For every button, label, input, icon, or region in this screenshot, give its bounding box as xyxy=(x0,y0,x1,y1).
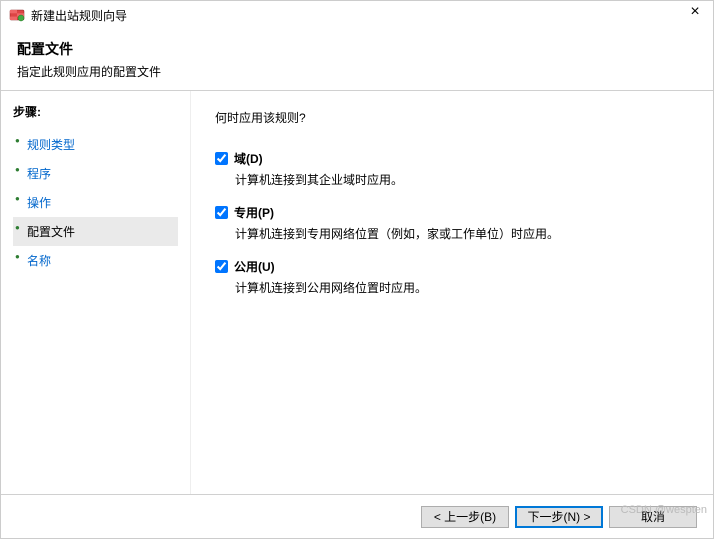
checkbox-public-desc: 计算机连接到公用网络位置时应用。 xyxy=(235,279,689,296)
checkbox-row-domain: 域(D) xyxy=(215,150,689,167)
checkbox-row-private: 专用(P) xyxy=(215,204,689,221)
step-program[interactable]: 程序 xyxy=(13,159,178,188)
step-name[interactable]: 名称 xyxy=(13,246,178,275)
checkbox-public[interactable] xyxy=(215,260,228,273)
checkbox-private-desc: 计算机连接到专用网络位置（例如，家或工作单位）时应用。 xyxy=(235,225,689,242)
checkbox-domain[interactable] xyxy=(215,152,228,165)
step-profile[interactable]: 配置文件 xyxy=(13,217,178,246)
firewall-icon xyxy=(9,7,25,23)
step-rule-type[interactable]: 规则类型 xyxy=(13,130,178,159)
checkbox-row-public: 公用(U) xyxy=(215,258,689,275)
checkbox-domain-desc: 计算机连接到其企业域时应用。 xyxy=(235,171,689,188)
step-action[interactable]: 操作 xyxy=(13,188,178,217)
cancel-button[interactable]: 取消 xyxy=(609,506,697,528)
wizard-content: 何时应用该规则? 域(D) 计算机连接到其企业域时应用。 专用(P) 计算机连接… xyxy=(191,91,713,500)
titlebar: 新建出站规则向导 × xyxy=(1,1,713,29)
wizard-footer: < 上一步(B) 下一步(N) > 取消 xyxy=(1,494,713,538)
wizard-body: 步骤: 规则类型 程序 操作 配置文件 名称 何时应用该规则? 域(D) 计算机… xyxy=(1,91,713,500)
checkbox-private-label[interactable]: 专用(P) xyxy=(234,204,274,221)
steps-heading: 步骤: xyxy=(13,103,178,120)
steps-sidebar: 步骤: 规则类型 程序 操作 配置文件 名称 xyxy=(1,91,191,500)
checkbox-private[interactable] xyxy=(215,206,228,219)
close-icon[interactable]: × xyxy=(683,3,707,23)
next-button[interactable]: 下一步(N) > xyxy=(515,506,603,528)
page-title: 配置文件 xyxy=(17,39,697,59)
wizard-header: 配置文件 指定此规则应用的配置文件 xyxy=(1,29,713,91)
back-button[interactable]: < 上一步(B) xyxy=(421,506,509,528)
checkbox-public-label[interactable]: 公用(U) xyxy=(234,258,275,275)
checkbox-domain-label[interactable]: 域(D) xyxy=(234,150,263,167)
page-subtitle: 指定此规则应用的配置文件 xyxy=(17,63,697,80)
window-title: 新建出站规则向导 xyxy=(31,7,127,24)
content-question: 何时应用该规则? xyxy=(215,109,689,126)
steps-list: 规则类型 程序 操作 配置文件 名称 xyxy=(13,130,178,275)
